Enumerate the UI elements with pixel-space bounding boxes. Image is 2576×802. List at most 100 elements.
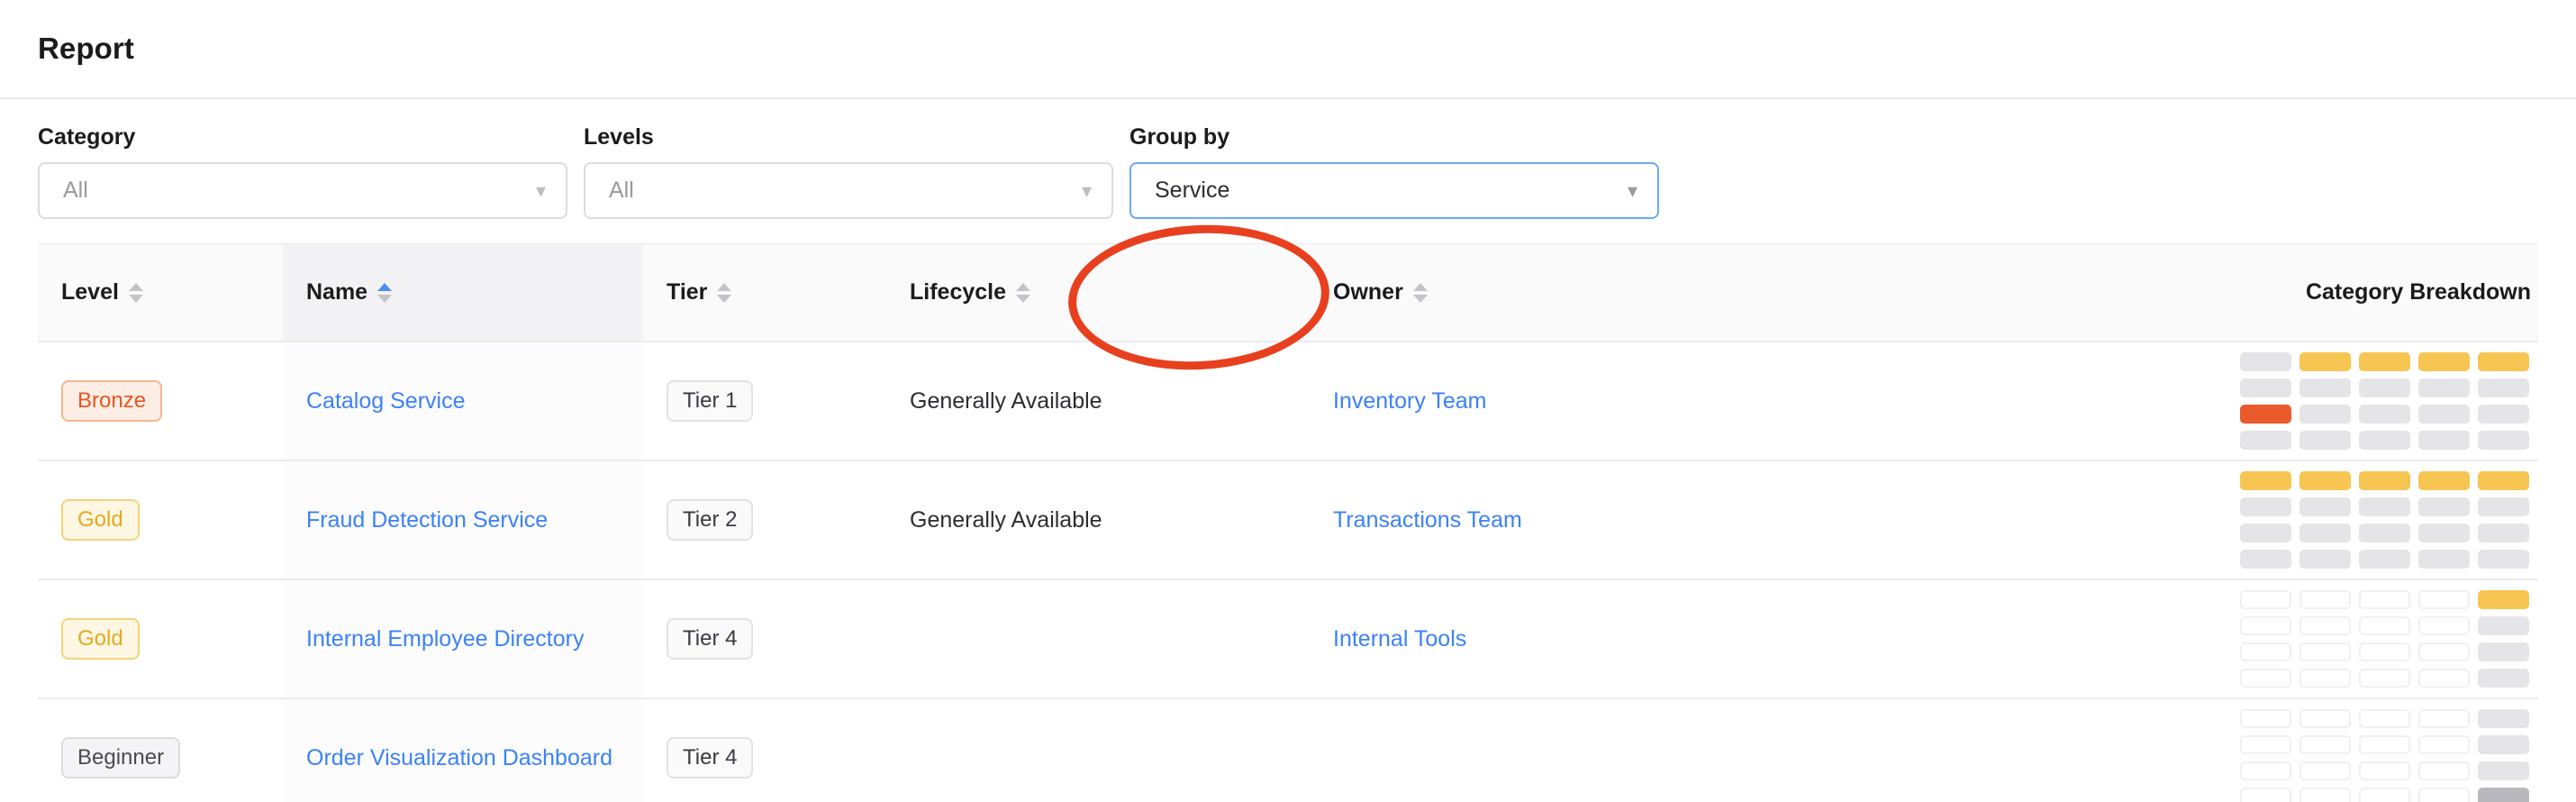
- category-breakdown-cell[interactable]: [2299, 669, 2351, 688]
- category-breakdown-cell[interactable]: [2359, 378, 2410, 397]
- category-breakdown-cell[interactable]: [2299, 352, 2351, 371]
- category-breakdown-cell[interactable]: [2240, 550, 2291, 569]
- service-name-link[interactable]: Internal Employee Directory: [306, 626, 584, 652]
- category-breakdown-cell[interactable]: [2418, 735, 2470, 754]
- category-breakdown-cell[interactable]: [2240, 643, 2291, 661]
- category-breakdown-cell[interactable]: [2478, 497, 2529, 516]
- category-breakdown-cell[interactable]: [2478, 378, 2529, 397]
- category-select[interactable]: All ▾: [38, 162, 567, 219]
- category-breakdown-cell[interactable]: [2240, 761, 2291, 780]
- category-breakdown-cell[interactable]: [2359, 497, 2410, 516]
- category-breakdown-cell[interactable]: [2478, 471, 2529, 490]
- group-by-select[interactable]: Service ▾: [1129, 162, 1659, 219]
- category-breakdown-cell[interactable]: [2478, 590, 2529, 609]
- category-breakdown-cell[interactable]: [2478, 735, 2529, 754]
- category-breakdown-cell[interactable]: [2240, 788, 2291, 802]
- category-breakdown-cell[interactable]: [2299, 431, 2351, 450]
- category-breakdown-cell[interactable]: [2418, 524, 2470, 542]
- column-header-lifecycle[interactable]: Lifecycle: [886, 244, 1310, 342]
- owner-link[interactable]: Transactions Team: [1333, 507, 1522, 533]
- category-breakdown-cell[interactable]: [2418, 352, 2470, 371]
- category-breakdown-cell[interactable]: [2359, 471, 2410, 490]
- service-name-link[interactable]: Fraud Detection Service: [306, 507, 548, 533]
- category-breakdown-cell[interactable]: [2240, 497, 2291, 516]
- category-breakdown-cell[interactable]: [2240, 524, 2291, 542]
- category-breakdown-cell[interactable]: [2478, 352, 2529, 371]
- sort-icon-ascending[interactable]: [377, 282, 393, 303]
- column-header-name[interactable]: Name: [283, 244, 643, 342]
- category-breakdown-cell[interactable]: [2478, 524, 2529, 542]
- category-breakdown-cell[interactable]: [2359, 352, 2410, 371]
- category-breakdown-cell[interactable]: [2359, 761, 2410, 780]
- category-breakdown-cell[interactable]: [2359, 550, 2410, 569]
- category-breakdown-cell[interactable]: [2478, 761, 2529, 780]
- category-breakdown-cell[interactable]: [2240, 709, 2291, 728]
- sort-icon[interactable]: [1412, 282, 1428, 303]
- category-breakdown-cell[interactable]: [2299, 550, 2351, 569]
- category-breakdown-cell[interactable]: [2359, 590, 2410, 609]
- category-breakdown-cell[interactable]: [2240, 669, 2291, 688]
- category-breakdown-cell[interactable]: [2418, 616, 2470, 635]
- category-breakdown-cell[interactable]: [2299, 643, 2351, 661]
- category-breakdown-cell[interactable]: [2478, 643, 2529, 661]
- category-breakdown-cell[interactable]: [2418, 378, 2470, 397]
- category-breakdown-cell[interactable]: [2418, 497, 2470, 516]
- category-breakdown-cell[interactable]: [2299, 761, 2351, 780]
- category-breakdown-cell[interactable]: [2240, 616, 2291, 635]
- sort-icon[interactable]: [1016, 282, 1031, 303]
- category-breakdown-cell[interactable]: [2240, 735, 2291, 754]
- category-breakdown-cell[interactable]: [2359, 405, 2410, 424]
- service-name-link[interactable]: Catalog Service: [306, 388, 465, 414]
- category-breakdown-cell[interactable]: [2240, 471, 2291, 490]
- category-breakdown-cell[interactable]: [2359, 788, 2410, 802]
- category-breakdown-cell[interactable]: [2240, 590, 2291, 609]
- category-breakdown-cell[interactable]: [2359, 643, 2410, 661]
- category-breakdown-cell[interactable]: [2418, 669, 2470, 688]
- category-breakdown-cell[interactable]: [2359, 735, 2410, 754]
- category-breakdown-cell[interactable]: [2299, 616, 2351, 635]
- category-breakdown-cell[interactable]: [2359, 431, 2410, 450]
- category-breakdown-cell[interactable]: [2418, 550, 2470, 569]
- category-breakdown-cell[interactable]: [2299, 788, 2351, 802]
- category-breakdown-cell[interactable]: [2478, 709, 2529, 728]
- category-breakdown-cell[interactable]: [2240, 405, 2291, 424]
- category-breakdown-cell[interactable]: [2418, 643, 2470, 661]
- category-breakdown-cell[interactable]: [2299, 471, 2351, 490]
- sort-icon[interactable]: [717, 282, 732, 303]
- category-breakdown-cell[interactable]: [2418, 471, 2470, 490]
- category-breakdown-cell[interactable]: [2418, 405, 2470, 424]
- category-breakdown-cell[interactable]: [2478, 405, 2529, 424]
- category-breakdown-cell[interactable]: [2478, 616, 2529, 635]
- sort-icon[interactable]: [128, 282, 143, 303]
- category-breakdown-cell[interactable]: [2359, 524, 2410, 542]
- category-breakdown-cell[interactable]: [2478, 788, 2529, 802]
- category-breakdown-cell[interactable]: [2359, 616, 2410, 635]
- category-breakdown-cell[interactable]: [2240, 378, 2291, 397]
- category-breakdown-cell[interactable]: [2359, 669, 2410, 688]
- category-breakdown-cell[interactable]: [2299, 378, 2351, 397]
- category-breakdown-cell[interactable]: [2478, 431, 2529, 450]
- category-breakdown-cell[interactable]: [2299, 709, 2351, 728]
- category-breakdown-cell[interactable]: [2299, 405, 2351, 424]
- category-breakdown-cell[interactable]: [2478, 669, 2529, 688]
- category-breakdown-cell[interactable]: [2240, 352, 2291, 371]
- owner-link[interactable]: Internal Tools: [1333, 626, 1466, 652]
- owner-link[interactable]: Inventory Team: [1333, 388, 1486, 414]
- category-breakdown-cell[interactable]: [2299, 524, 2351, 542]
- category-breakdown-cell[interactable]: [2299, 590, 2351, 609]
- column-header-owner[interactable]: Owner: [1310, 244, 1850, 342]
- levels-select[interactable]: All ▾: [584, 162, 1113, 219]
- category-breakdown-cell[interactable]: [2418, 788, 2470, 802]
- column-header-level[interactable]: Level: [38, 244, 283, 342]
- category-breakdown-cell[interactable]: [2299, 735, 2351, 754]
- service-name-link[interactable]: Order Visualization Dashboard: [306, 745, 612, 770]
- category-breakdown-cell[interactable]: [2418, 431, 2470, 450]
- category-breakdown-cell[interactable]: [2478, 550, 2529, 569]
- category-breakdown-cell[interactable]: [2418, 709, 2470, 728]
- category-breakdown-cell[interactable]: [2418, 590, 2470, 609]
- category-breakdown-cell[interactable]: [2359, 709, 2410, 728]
- column-header-tier[interactable]: Tier: [643, 244, 886, 342]
- category-breakdown-cell[interactable]: [2240, 431, 2291, 450]
- category-breakdown-cell[interactable]: [2299, 497, 2351, 516]
- category-breakdown-cell[interactable]: [2418, 761, 2470, 780]
